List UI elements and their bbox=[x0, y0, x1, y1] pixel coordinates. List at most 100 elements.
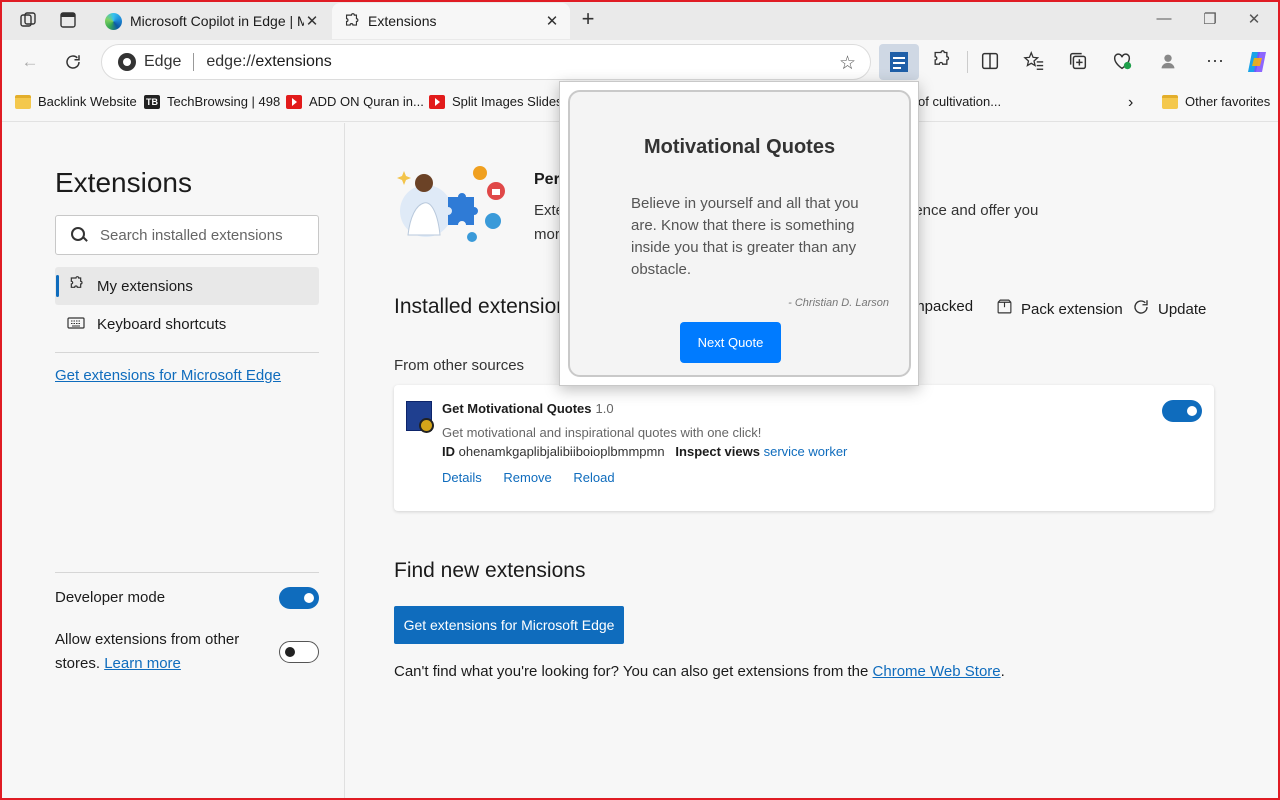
tab-copilot[interactable]: Microsoft Copilot in Edge | Micro ✕ bbox=[94, 3, 330, 39]
installed-extensions-heading: Installed extension bbox=[394, 295, 568, 318]
remove-link[interactable]: Remove bbox=[503, 470, 551, 485]
chrome-web-store-link[interactable]: Chrome Web Store bbox=[873, 663, 1001, 680]
close-window-icon[interactable]: ✕ bbox=[1244, 10, 1264, 28]
favorites-icon[interactable] bbox=[1023, 50, 1047, 74]
profile-avatar[interactable] bbox=[1157, 50, 1181, 74]
minimize-icon[interactable]: — bbox=[1154, 10, 1174, 27]
tab-extensions[interactable]: Extensions ✕ bbox=[332, 3, 570, 39]
more-options-icon[interactable]: ··· bbox=[1203, 50, 1227, 74]
divider bbox=[55, 352, 319, 353]
edge-icon bbox=[104, 12, 122, 30]
favorite-cultivation[interactable]: of cultivation... bbox=[918, 94, 1001, 109]
extension-card: Get Motivational Quotes 1.0 Get motivatio… bbox=[394, 385, 1214, 511]
update-button[interactable]: Update bbox=[1132, 298, 1206, 321]
extension-links: Details Remove Reload bbox=[442, 470, 633, 485]
restore-icon[interactable]: ❐ bbox=[1200, 10, 1220, 28]
workspaces-icon[interactable] bbox=[18, 10, 38, 30]
details-link[interactable]: Details bbox=[442, 470, 482, 485]
extensions-icon[interactable] bbox=[931, 50, 955, 74]
action-label: Update bbox=[1158, 301, 1207, 318]
allow-other-stores-toggle[interactable] bbox=[279, 641, 319, 663]
new-tab-button[interactable]: + bbox=[578, 8, 598, 32]
search-input[interactable]: Search installed extensions bbox=[55, 215, 319, 255]
inspect-views-label: Inspect views bbox=[675, 444, 760, 459]
package-icon bbox=[996, 298, 1013, 320]
folder-icon bbox=[15, 94, 31, 109]
next-quote-button[interactable]: Next Quote bbox=[680, 322, 781, 363]
hero-illustration bbox=[396, 163, 516, 253]
youtube-icon bbox=[429, 94, 445, 109]
allow-other-stores-label: Allow extensions from other bbox=[55, 631, 240, 648]
youtube-icon bbox=[286, 94, 302, 109]
favorite-star-icon[interactable]: ☆ bbox=[839, 52, 856, 75]
quote-author: - Christian D. Larson bbox=[788, 297, 889, 309]
favorite-label: TechBrowsing | 498 bbox=[167, 94, 281, 109]
techbrowsing-icon: TB bbox=[144, 94, 160, 109]
developer-mode-label: Developer mode bbox=[55, 589, 166, 606]
find-new-extensions-heading: Find new extensions bbox=[394, 559, 586, 582]
get-extensions-button[interactable]: Get extensions for Microsoft Edge bbox=[394, 606, 624, 644]
tab-title: Extensions bbox=[368, 13, 437, 29]
back-icon[interactable]: ← bbox=[18, 50, 42, 74]
extension-description: Get motivational and inspirational quote… bbox=[442, 425, 762, 440]
site-label: Edge bbox=[144, 53, 182, 70]
tab-strip: Microsoft Copilot in Edge | Micro ✕ Exte… bbox=[0, 0, 1280, 40]
refresh-icon[interactable] bbox=[61, 50, 85, 74]
motivational-quotes-extension-button[interactable] bbox=[879, 44, 919, 80]
favorite-label: ADD ON Quran in... bbox=[309, 94, 424, 109]
service-worker-link[interactable]: service worker bbox=[764, 444, 848, 459]
developer-mode-toggle[interactable] bbox=[279, 587, 319, 609]
favorite-label: Split Images Slides... bbox=[452, 94, 574, 109]
browser-essentials-icon[interactable] bbox=[1111, 50, 1135, 74]
learn-more-link[interactable]: Learn more bbox=[104, 655, 181, 672]
quote-text: Believe in yourself and all that you are… bbox=[631, 195, 859, 278]
sidebar-item-my-extensions[interactable]: My extensions bbox=[55, 267, 319, 305]
folder-icon bbox=[1162, 94, 1178, 109]
tab-actions-icon[interactable] bbox=[58, 10, 78, 30]
url-text: edge://extensions bbox=[206, 53, 331, 71]
copilot-icon[interactable] bbox=[1244, 49, 1270, 75]
chevron-right-icon[interactable]: › bbox=[1128, 94, 1133, 112]
persona-text-line2: mor bbox=[534, 226, 560, 243]
extension-id-line: ID ohenamkgaplibjalibiiboioplbmmpmn Insp… bbox=[442, 444, 847, 459]
favorite-techbrowsing[interactable]: TB TechBrowsing | 498 bbox=[144, 94, 280, 109]
extension-name-text: Get Motivational Quotes bbox=[442, 401, 592, 416]
action-label: Pack extension bbox=[1021, 300, 1123, 318]
search-icon bbox=[70, 226, 88, 244]
close-tab-icon[interactable]: ✕ bbox=[304, 12, 320, 30]
reload-link[interactable]: Reload bbox=[573, 470, 614, 485]
favorite-backlink-website[interactable]: Backlink Website bbox=[15, 94, 137, 109]
extension-enable-toggle[interactable] bbox=[1162, 400, 1202, 422]
favorite-label: Backlink Website bbox=[38, 94, 137, 109]
page-title: Extensions bbox=[55, 167, 192, 198]
extension-popup: Motivational Quotes Believe in yourself … bbox=[559, 81, 919, 386]
sidebar: Extensions Search installed extensions M… bbox=[0, 123, 345, 800]
extension-logo bbox=[406, 401, 434, 433]
tab-title: Microsoft Copilot in Edge | Micro bbox=[130, 13, 304, 29]
popup-title: Motivational Quotes bbox=[643, 136, 836, 158]
stores-text: stores. bbox=[55, 655, 101, 672]
search-placeholder: Search installed extensions bbox=[100, 226, 283, 244]
address-separator bbox=[193, 53, 195, 71]
allow-other-stores-label-2: stores. Learn more bbox=[55, 655, 181, 672]
favorite-add-on-quran[interactable]: ADD ON Quran in... bbox=[286, 94, 424, 109]
sidebar-item-label: My extensions bbox=[97, 277, 193, 295]
toolbar-separator bbox=[967, 51, 968, 73]
favorite-split-images[interactable]: Split Images Slides... bbox=[429, 94, 573, 109]
id-label: ID bbox=[442, 444, 455, 459]
split-screen-icon[interactable] bbox=[979, 50, 1003, 74]
puzzle-icon bbox=[342, 12, 360, 30]
persona-title: Per bbox=[534, 171, 560, 188]
extension-version: 1.0 bbox=[595, 401, 614, 416]
sidebar-item-keyboard-shortcuts[interactable]: Keyboard shortcuts bbox=[55, 305, 319, 343]
get-extensions-link[interactable]: Get extensions for Microsoft Edge bbox=[55, 367, 281, 384]
refresh-icon bbox=[1132, 298, 1150, 321]
collections-icon[interactable] bbox=[1067, 50, 1091, 74]
url-prefix: edge:// bbox=[206, 53, 256, 70]
address-bar[interactable]: Edge edge://extensions ☆ bbox=[101, 44, 871, 80]
close-tab-icon[interactable]: ✕ bbox=[544, 12, 560, 30]
pack-extension-button[interactable]: Pack extension bbox=[996, 298, 1123, 320]
favorite-other-favorites[interactable]: Other favorites bbox=[1162, 94, 1270, 109]
favorite-label: of cultivation... bbox=[918, 94, 1002, 109]
url-path: extensions bbox=[255, 53, 332, 70]
